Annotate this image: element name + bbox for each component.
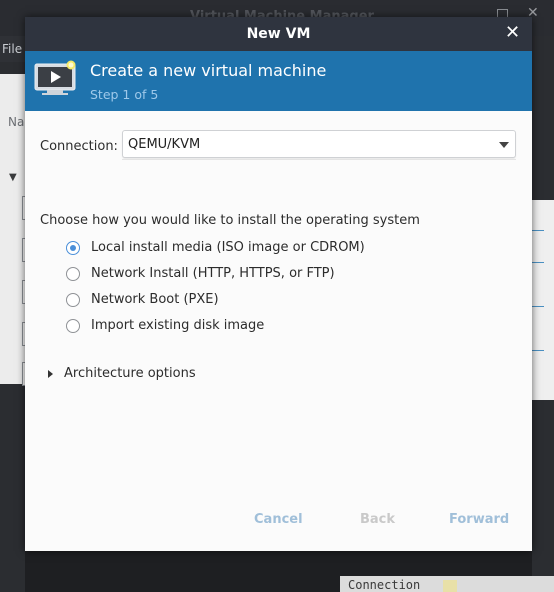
- banner-title: Create a new virtual machine: [90, 61, 327, 80]
- chevron-right-icon: [48, 370, 53, 378]
- connection-value: QEMU/KVM: [128, 137, 201, 152]
- radio-label: Local install media (ISO image or CDROM): [91, 240, 365, 255]
- chevron-down-icon: [499, 142, 509, 148]
- connection-label: Connection:: [40, 139, 118, 154]
- background-divider: [530, 350, 544, 351]
- vm-monitor-icon: [34, 60, 76, 95]
- menu-file[interactable]: File: [2, 42, 22, 56]
- background-bottom-field: Connection: [340, 576, 554, 592]
- connection-select[interactable]: QEMU/KVM: [122, 130, 516, 158]
- connection-underline: [122, 159, 516, 160]
- radio-button[interactable]: [66, 293, 80, 307]
- radio-label: Network Install (HTTP, HTTPS, or FTP): [91, 266, 335, 281]
- background-divider: [530, 230, 544, 231]
- wizard-banner: Create a new virtual machine Step 1 of 5: [25, 51, 532, 111]
- close-icon[interactable]: ✕: [505, 22, 520, 43]
- back-button[interactable]: Back: [360, 512, 395, 527]
- install-method-heading: Choose how you would like to install the…: [40, 213, 420, 228]
- background-divider: [530, 262, 544, 263]
- cancel-button[interactable]: Cancel: [254, 512, 303, 527]
- background-chip: [443, 580, 457, 592]
- new-vm-dialog: New VM ✕ Create a new virtual machine St…: [25, 17, 532, 551]
- architecture-options-label: Architecture options: [64, 366, 196, 381]
- expander-arrow-icon[interactable]: ▼: [9, 172, 17, 183]
- radio-button[interactable]: [66, 267, 80, 281]
- radio-label: Import existing disk image: [91, 318, 265, 333]
- dialog-titlebar: New VM ✕: [25, 17, 532, 51]
- dialog-title: New VM: [246, 26, 311, 42]
- step-indicator: Step 1 of 5: [90, 87, 159, 102]
- forward-button[interactable]: Forward: [449, 512, 509, 527]
- background-divider: [530, 306, 544, 307]
- radio-label: Network Boot (PXE): [91, 292, 219, 307]
- radio-button[interactable]: [66, 319, 80, 333]
- background-list-header: Na: [8, 115, 25, 129]
- radio-button-checked[interactable]: [66, 241, 80, 255]
- background-bottom-label: Connection: [348, 578, 421, 592]
